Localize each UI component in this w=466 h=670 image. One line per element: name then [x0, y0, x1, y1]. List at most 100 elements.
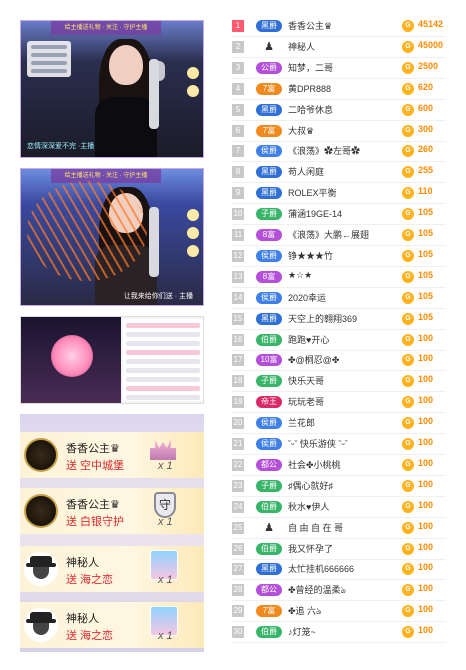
- user-name[interactable]: 玩玩老哥: [288, 395, 324, 408]
- contribution-score: 100: [418, 437, 434, 447]
- ranking-row[interactable]: 18 子爵 快乐天哥 G 100: [232, 371, 446, 393]
- ranking-row[interactable]: 5 黑爵 二哈爷休息 G 600: [232, 100, 446, 121]
- user-name[interactable]: 知梦，二哥: [288, 61, 333, 74]
- user-name[interactable]: ★☆★: [288, 270, 312, 281]
- user-name[interactable]: 《浪荡》大鹏←展翅: [288, 228, 369, 241]
- contribution-score: 100: [418, 499, 434, 510]
- ranking-row[interactable]: 12 侯爵 铮★★★竹 G 105: [232, 246, 446, 267]
- gift-sender-name: 神秘人: [66, 613, 99, 625]
- contribution-score: 600: [418, 102, 434, 113]
- user-name[interactable]: 我又怀孕了: [288, 542, 333, 555]
- rank-number: 20: [232, 417, 244, 430]
- level-badge: 黑爵: [256, 103, 282, 116]
- contribution-score: 100: [418, 520, 434, 531]
- gift-notification: 香香公主♛ 送 空中城堡 x 1: [20, 432, 204, 478]
- ranking-row[interactable]: 26 伯爵 我又怀孕了 G 100: [232, 539, 446, 560]
- rank-number: 14: [232, 291, 244, 304]
- user-name[interactable]: ✤@桐忍@✤: [288, 353, 339, 366]
- ranking-row[interactable]: 29 7富 ✤追 六ঌ G 100: [232, 601, 446, 623]
- rank-number: 23: [232, 479, 244, 492]
- user-name[interactable]: 天空上的翱翔369: [288, 312, 357, 325]
- ranking-row[interactable]: 11 8富 《浪荡》大鹏←展翅 G 105: [232, 225, 446, 246]
- ranking-row[interactable]: 22 都公 社会✤小桃桃 G 100: [232, 455, 446, 476]
- coin-icon: G: [402, 20, 414, 32]
- ranking-row[interactable]: 7 侯爵 《浪荡》✿左哥✿ G 260: [232, 141, 446, 163]
- side-gift-icon[interactable]: [187, 245, 199, 257]
- ranking-row[interactable]: 1 黑爵 香香公主♛ G 45142: [232, 16, 446, 37]
- user-name[interactable]: 香香公主♛: [288, 19, 332, 32]
- user-name[interactable]: 大叔♛: [288, 124, 314, 137]
- user-name[interactable]: 快乐天哥: [288, 374, 324, 387]
- rank-number: 8: [232, 166, 244, 179]
- coin-icon: G: [402, 354, 414, 367]
- ranking-row[interactable]: 4 7富 黄DPR888 G 620: [232, 79, 446, 100]
- ranking-row[interactable]: 13 8富 ★☆★ G 105: [232, 267, 446, 288]
- user-name[interactable]: 跑跑♥开心: [288, 333, 329, 346]
- user-name[interactable]: ♯偶心就好♯: [288, 479, 333, 492]
- ranking-row[interactable]: 19 帝王 玩玩老哥 G 100: [232, 392, 446, 414]
- user-name[interactable]: 秋水♥伊人: [288, 500, 329, 513]
- side-gift-icon[interactable]: [187, 67, 199, 79]
- level-badge: 7富: [256, 124, 282, 137]
- contribution-score: 100: [418, 562, 434, 573]
- user-name[interactable]: ✤追 六ঌ: [288, 604, 321, 619]
- user-name[interactable]: 兰花郎: [288, 416, 315, 429]
- ranking-row[interactable]: 30 伯爵 ♪灯笼~ G 100: [232, 622, 446, 644]
- level-badge: 伯爵: [256, 333, 282, 346]
- ranking-row[interactable]: 17 10富 ✤@桐忍@✤ G 100: [232, 350, 446, 372]
- side-gift-icon[interactable]: [187, 209, 199, 221]
- contribution-score: 105: [418, 248, 434, 259]
- ranking-row[interactable]: 10 子爵 蒲涵19GE-14 G 105: [232, 204, 446, 226]
- stream-caption: 恋情深深爱不完 ·主播: [27, 143, 95, 150]
- contribution-score: 100: [418, 332, 434, 343]
- contribution-score: 105: [418, 228, 434, 238]
- rank-number: 7: [232, 145, 244, 158]
- side-gift-icon[interactable]: [187, 85, 199, 97]
- stream-top-banner: 给主播送礼物 · 关注 · 守护主播: [51, 169, 161, 183]
- user-name[interactable]: ROLEX平衡: [288, 186, 337, 199]
- gift-notification: 香香公主♛ 送 白银守护 守 x 1: [20, 488, 204, 534]
- user-name[interactable]: 黄DPR888: [288, 82, 331, 95]
- ranking-row[interactable]: 28 都公 ✤曾经的温柔ঌ G 100: [232, 580, 446, 602]
- ranking-row[interactable]: 3 公爵 知梦，二哥 G 2500: [232, 58, 446, 79]
- ranking-row[interactable]: 6 7富 大叔♛ G 300: [232, 121, 446, 142]
- user-name[interactable]: 《浪荡》✿左哥✿: [288, 144, 360, 157]
- user-name[interactable]: 2020幸运: [288, 291, 326, 304]
- ranking-row[interactable]: 14 侯爵 2020幸运 G 105: [232, 288, 446, 309]
- user-name[interactable]: 自 由 自 在 哥: [288, 521, 343, 534]
- ranking-row[interactable]: 24 伯爵 秋水♥伊人 G 100: [232, 497, 446, 518]
- ranking-row[interactable]: 23 子爵 ♯偶心就好♯ G 100: [232, 476, 446, 497]
- ranking-row[interactable]: 2 ♟ 神秘人 G 45000: [232, 37, 446, 58]
- user-name[interactable]: 铮★★★竹: [288, 249, 333, 262]
- contribution-score: 110: [418, 186, 433, 197]
- ranking-row[interactable]: 15 黑爵 天空上的翱翔369 G 105: [232, 309, 446, 330]
- ranking-row[interactable]: 25 ♟ 自 由 自 在 哥 G 100: [232, 518, 446, 539]
- user-name[interactable]: 苟人闲庭: [288, 165, 324, 178]
- rank-number: 1: [232, 20, 244, 32]
- ranking-row[interactable]: 16 伯爵 跑跑♥开心 G 100: [232, 330, 446, 351]
- user-name[interactable]: 蒲涵19GE-14: [288, 207, 342, 220]
- gift-count: x 1: [158, 516, 173, 528]
- side-gift-icon[interactable]: [187, 227, 199, 239]
- user-name[interactable]: ✤曾经的温柔ঌ: [288, 583, 346, 598]
- ranking-row[interactable]: 21 侯爵 ˇᵕˇ 快乐游侠 ˇᵕˇ G 100: [232, 434, 446, 455]
- user-name[interactable]: 二哈爷休息: [288, 103, 333, 116]
- ranking-row[interactable]: 27 黑爵 太忙挂机666666 G 100: [232, 559, 446, 581]
- rank-number: 10: [232, 208, 244, 221]
- heart-effect-icon: [51, 335, 93, 377]
- user-name[interactable]: 太忙挂机666666: [288, 562, 354, 575]
- user-name[interactable]: ♪灯笼~: [288, 625, 316, 638]
- ranking-row[interactable]: 9 黑爵 ROLEX平衡 G 110: [232, 183, 446, 205]
- ranking-row[interactable]: 8 黑爵 苟人闲庭 G 255: [232, 162, 446, 184]
- rank-number: 30: [232, 626, 244, 639]
- user-name[interactable]: ˇᵕˇ 快乐游侠 ˇᵕˇ: [288, 437, 348, 450]
- castle-icon: [146, 434, 180, 462]
- user-name[interactable]: 社会✤小桃桃: [288, 458, 341, 471]
- level-badge: 7富: [256, 82, 282, 95]
- contribution-score: 100: [418, 625, 434, 636]
- contribution-score: 2500: [418, 60, 439, 71]
- ranking-row[interactable]: 20 侯爵 兰花郎 G 100: [232, 413, 446, 435]
- contribution-score: 100: [418, 583, 434, 594]
- user-name[interactable]: 神秘人: [288, 40, 315, 53]
- coin-icon: G: [402, 333, 414, 346]
